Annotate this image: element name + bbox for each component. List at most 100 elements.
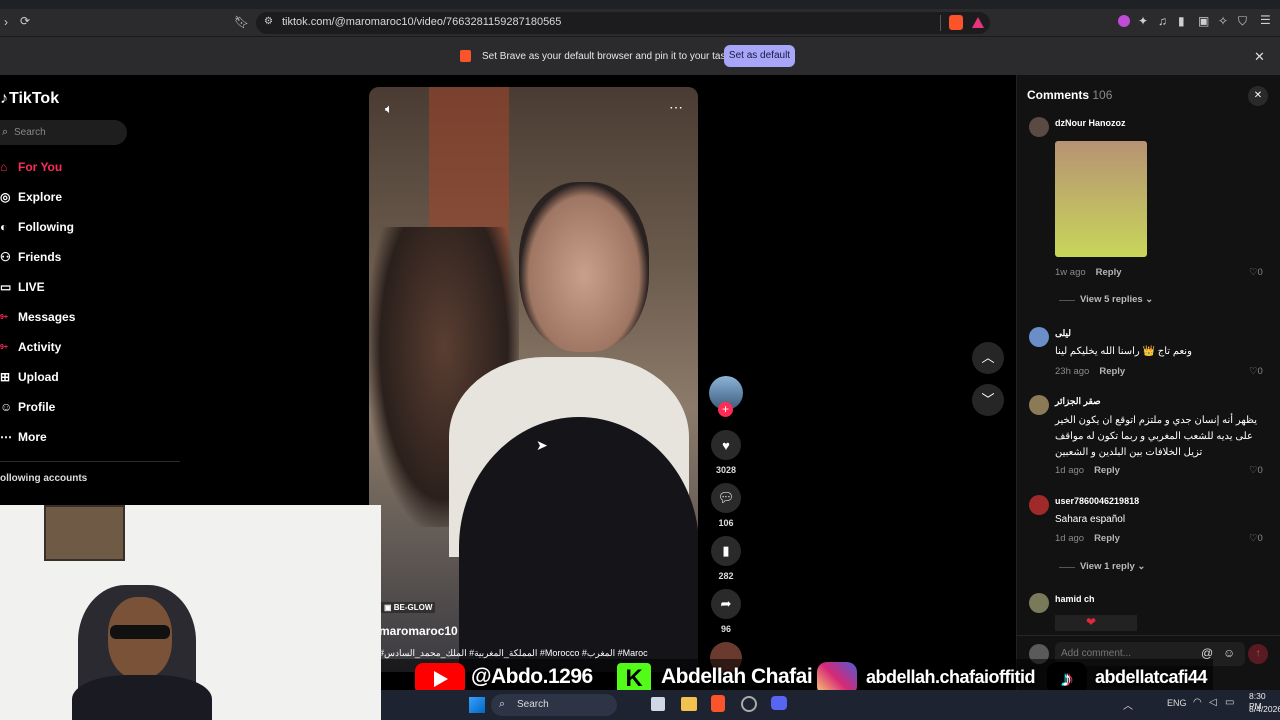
language-indicator[interactable]: ENG [1167, 698, 1187, 708]
reload-icon[interactable]: ⟳ [20, 15, 30, 27]
brave-rewards-icon[interactable] [972, 17, 984, 28]
bookmark-icon[interactable]: ▮ [711, 536, 741, 566]
nav-following[interactable]: ◐ Following [0, 215, 74, 239]
tab-strip [0, 0, 1280, 9]
menu-icon[interactable]: ☰ [1260, 14, 1271, 26]
view-replies-button[interactable]: View 1 reply ⌄ [1080, 561, 1145, 572]
comment-text-line: يظهر أنه إنسان جدي و ملتزم اتوقع ان يكون… [1055, 415, 1257, 426]
view-replies-button[interactable]: View 5 replies ⌄ [1080, 294, 1153, 305]
comment-like[interactable]: ♡0 [1249, 267, 1263, 278]
play-icon [434, 671, 448, 687]
taskbar-search[interactable]: ⌕ Search [491, 694, 617, 716]
clock-date[interactable]: 8/4/2026 [1249, 704, 1280, 714]
set-default-button[interactable]: Set as default [724, 45, 795, 67]
like-action[interactable]: ♥ 3028 [709, 430, 743, 475]
discord-icon[interactable] [771, 696, 787, 710]
heart-sticker-icon: ❤ [1086, 615, 1097, 629]
start-icon[interactable] [469, 697, 485, 713]
reply-button[interactable]: Reply [1094, 465, 1120, 476]
nav-for-you[interactable]: ⌂ For You [0, 155, 62, 179]
volume-icon[interactable]: 🔈︎ [385, 101, 393, 117]
comment-username[interactable]: ليلى [1055, 328, 1071, 339]
nav-live[interactable]: ▭ LIVE [0, 275, 45, 299]
comment-sticker-image[interactable] [1055, 141, 1147, 257]
comment-icon[interactable]: 💬︎ [711, 483, 741, 513]
nav-profile[interactable]: ☺ Profile [0, 395, 55, 419]
nav-friends[interactable]: ⚇ Friends [0, 245, 61, 269]
comment-username[interactable]: صقر الجزائر [1055, 396, 1101, 407]
reply-button[interactable]: Reply [1094, 533, 1120, 544]
heart-icon[interactable]: ♥ [711, 430, 741, 460]
avatar[interactable] [1029, 495, 1049, 515]
avatar[interactable] [1029, 593, 1049, 613]
app-icon[interactable] [741, 696, 757, 712]
heart-icon: ♡ [1249, 366, 1258, 377]
extension-icon[interactable] [1118, 15, 1130, 27]
browser-toolbar: › ⟳ 🔖︎ ⚙ tiktok.com/@maromaroc10/video/7… [0, 9, 1280, 37]
save-action[interactable]: ▮ 282 [709, 536, 743, 581]
chevron-down-icon: ﹀ [981, 392, 995, 407]
puzzle-icon[interactable]: ✦ [1138, 15, 1148, 27]
nav-upload[interactable]: ⊞ Upload [0, 365, 59, 389]
arrow-up-icon: ↑ [1255, 648, 1261, 659]
wifi-icon[interactable]: ◠ [1193, 697, 1202, 708]
reply-button[interactable]: Reply [1099, 366, 1125, 377]
avatar[interactable] [1029, 327, 1049, 347]
share-icon[interactable]: ➦ [711, 589, 741, 619]
site-settings-icon[interactable]: ⚙ [264, 17, 273, 27]
person-face [519, 182, 649, 352]
search-input[interactable]: ⌕ Search [0, 120, 127, 145]
previous-video-button[interactable]: ︿ [972, 342, 1004, 374]
sidebar-icon[interactable]: ▮ [1178, 15, 1185, 27]
task-view-icon[interactable] [651, 697, 665, 711]
vpn-icon[interactable]: ⛉ [1238, 15, 1247, 27]
video-author[interactable]: maromaroc10 [379, 624, 458, 638]
volume-icon[interactable]: ◁ [1209, 697, 1217, 708]
close-icon[interactable]: ✕ [1254, 49, 1265, 65]
comment-username[interactable]: dzNour Hanozoz [1055, 118, 1126, 128]
nav-messages[interactable]: 9+ Messages [0, 305, 75, 329]
nav-more[interactable]: ⋯ More [0, 425, 47, 449]
comment-like[interactable]: ♡0 [1249, 465, 1263, 476]
messages-badge: 9+ [0, 313, 8, 321]
more-options-icon[interactable]: ⋯ [669, 99, 683, 116]
comment-username[interactable]: user7860046219818 [1055, 496, 1139, 506]
avatar[interactable] [1029, 395, 1049, 415]
forward-icon[interactable]: › [4, 16, 8, 28]
battery-icon[interactable]: ▭ [1225, 697, 1234, 708]
friends-icon: ⚇ [0, 250, 11, 264]
mention-icon[interactable]: @ [1201, 646, 1213, 660]
video-player[interactable]: 🔈︎ ⋯ ➤ ▣ BE-GLOW maromaroc10 #المملكة_ال… [369, 87, 698, 672]
brave-taskbar-icon[interactable] [711, 695, 725, 712]
share-action[interactable]: ➦ 96 [709, 589, 743, 634]
file-explorer-icon[interactable] [681, 697, 697, 711]
effect-tag[interactable]: ▣ BE-GLOW [381, 602, 436, 613]
music-icon[interactable]: ♫ [1158, 15, 1167, 27]
tiktok-logo[interactable]: ♪ TikTok [0, 90, 59, 108]
leo-icon[interactable]: ✧ [1218, 15, 1228, 27]
bookmark-icon[interactable]: 🔖︎ [234, 16, 249, 28]
comment-like[interactable]: ♡0 [1249, 533, 1263, 544]
comment-action[interactable]: 💬︎ 106 [709, 483, 743, 528]
next-video-button[interactable]: ﹀ [972, 384, 1004, 416]
comment-like[interactable]: ♡0 [1249, 366, 1263, 377]
emoji-icon[interactable]: ☺ [1223, 646, 1235, 660]
avatar[interactable] [1029, 117, 1049, 137]
address-bar[interactable]: ⚙ tiktok.com/@maromaroc10/video/76632811… [256, 12, 990, 34]
chevron-up-icon[interactable]: ︿ [1123, 697, 1133, 712]
comment-username[interactable]: hamid ch [1055, 594, 1095, 604]
close-comments-button[interactable]: ✕ [1248, 86, 1268, 106]
video-caption[interactable]: #المملكة_المغربية# الملك_محمد_السادس #Mo… [379, 648, 679, 659]
comment-sticker-image[interactable]: ❤ [1055, 615, 1137, 631]
brave-logo-icon [460, 50, 471, 62]
reply-button[interactable]: Reply [1096, 267, 1122, 278]
divider [940, 15, 941, 31]
brave-shields-icon[interactable] [949, 15, 963, 30]
nav-activity[interactable]: 9+ Activity [0, 335, 61, 359]
nav-explore[interactable]: ◎ Explore [0, 185, 62, 209]
wallet-icon[interactable]: ▣ [1198, 15, 1209, 27]
follow-plus-icon[interactable]: + [718, 402, 733, 417]
following-icon: ◐ [0, 220, 8, 234]
post-comment-button[interactable]: ↑ [1248, 644, 1268, 664]
kick-handle: Abdellah Chafai [661, 665, 813, 688]
